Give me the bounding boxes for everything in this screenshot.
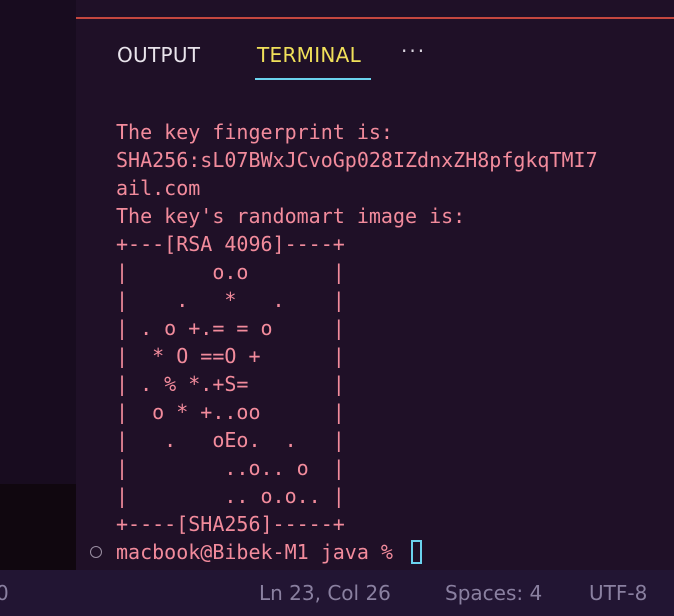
command-status-circle-icon[interactable] bbox=[90, 546, 102, 558]
terminal-line: | . oEo. . | bbox=[116, 428, 345, 452]
bottom-panel: OUTPUT TERMINAL ··· The key fingerprint … bbox=[76, 0, 674, 570]
left-editor-strip-lower bbox=[0, 484, 76, 570]
terminal-prompt-row[interactable]: macbook@Bibek-M1 java % bbox=[88, 538, 422, 566]
terminal-line: | ..o.. o | bbox=[116, 456, 345, 480]
tab-output[interactable]: OUTPUT bbox=[117, 42, 200, 68]
status-bar: 0 Ln 23, Col 26 Spaces: 4 UTF-8 bbox=[0, 570, 674, 616]
terminal-line: +---[RSA 4096]----+ bbox=[116, 232, 345, 256]
terminal-line: ail.com bbox=[116, 176, 201, 200]
terminal-line: | . % *.+S= | bbox=[116, 372, 345, 396]
terminal-line: +----[SHA256]-----+ bbox=[116, 512, 345, 536]
terminal-line: SHA256:sL07BWxJCvoGp028IZdnxZH8pfgkqTMI7 bbox=[116, 148, 598, 172]
status-problems-count[interactable]: 0 bbox=[0, 580, 9, 606]
more-horizontal-icon[interactable]: ··· bbox=[401, 39, 426, 63]
terminal-line: | o.o | bbox=[116, 260, 345, 284]
terminal-output[interactable]: The key fingerprint is: SHA256:sL07BWxJC… bbox=[116, 118, 674, 566]
active-tab-underline bbox=[255, 78, 371, 80]
status-encoding[interactable]: UTF-8 bbox=[589, 580, 647, 606]
terminal-line: | * O ==O + | bbox=[116, 344, 345, 368]
terminal-line: The key fingerprint is: bbox=[116, 120, 393, 144]
panel-top-border[interactable] bbox=[76, 17, 674, 19]
terminal-line: | . * . | bbox=[116, 288, 345, 312]
terminal-line: | . o +.= = o | bbox=[116, 316, 345, 340]
status-cursor-position[interactable]: Ln 23, Col 26 bbox=[259, 580, 391, 606]
terminal-line: | .. o.o.. | bbox=[116, 484, 345, 508]
terminal-line: The key's randomart image is: bbox=[116, 204, 466, 228]
terminal-prompt: macbook@Bibek-M1 java % bbox=[116, 540, 405, 564]
terminal-line: | o * +..oo | bbox=[116, 400, 345, 424]
status-indentation[interactable]: Spaces: 4 bbox=[445, 580, 542, 606]
terminal-cursor bbox=[410, 540, 422, 564]
tab-terminal[interactable]: TERMINAL bbox=[257, 42, 361, 68]
